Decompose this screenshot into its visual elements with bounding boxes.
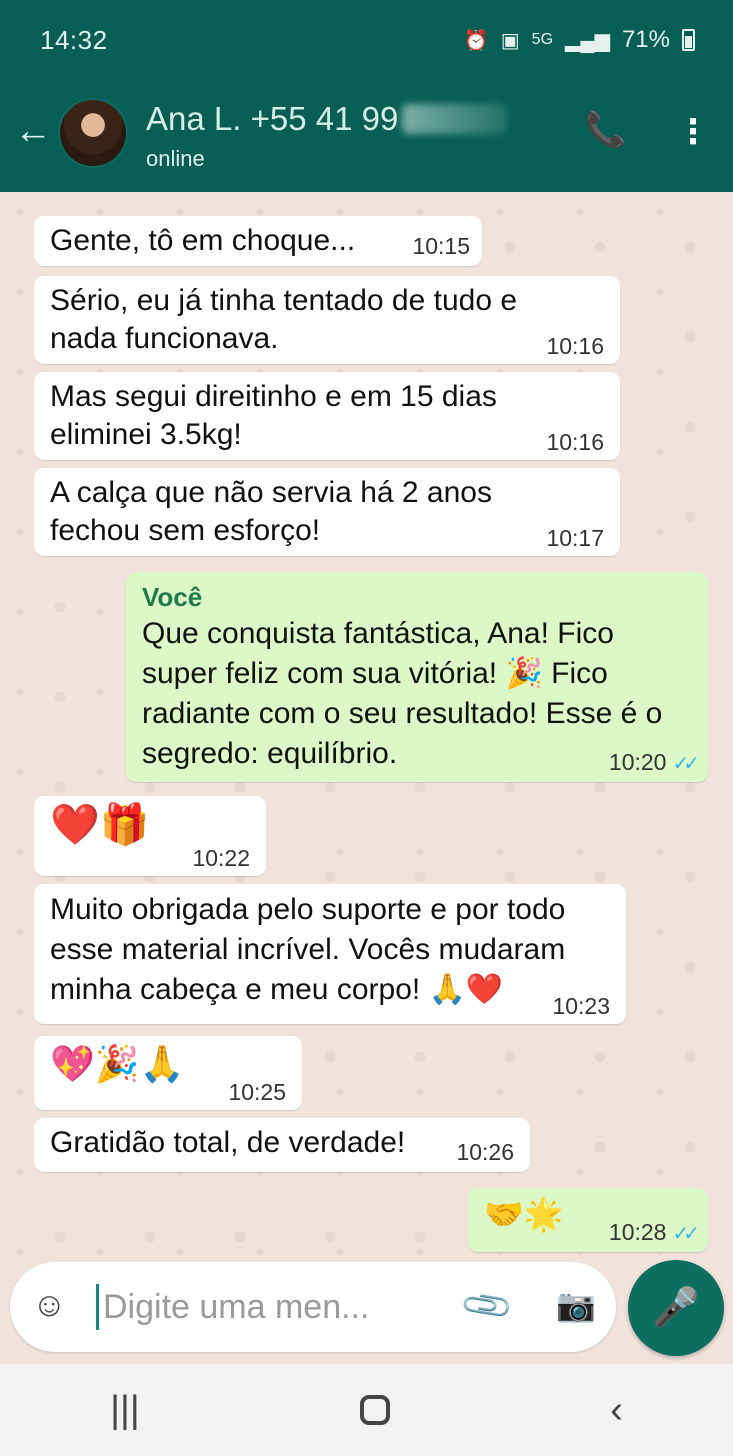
chat-header: ← Ana L. +55 41 99 online 📞 ⋮ [0, 80, 733, 192]
message-time: 10:20 ✓✓ [608, 749, 700, 776]
contact-name-text: Ana L. +55 41 99 [146, 100, 399, 137]
add-call-icon[interactable]: 📞 [584, 110, 626, 150]
message-text: Mas segui direitinho e em 15 dias elimin… [50, 380, 497, 451]
message-time: 10:25 [228, 1079, 286, 1105]
attach-icon[interactable]: 📎 [458, 1277, 516, 1335]
message-time: 10:16 [546, 429, 604, 455]
message-text: Gente, tô em choque... [50, 224, 356, 257]
redacted-number [402, 104, 508, 134]
more-vert-icon[interactable]: ⋮ [676, 112, 710, 152]
read-ticks-icon: ✓✓ [672, 1223, 699, 1245]
message-time: 10:16 [546, 333, 604, 359]
alarm-icon: ⏰ [463, 29, 489, 52]
home-icon[interactable] [359, 1395, 390, 1425]
message-text: Que conquista fantástica, Ana! Fico supe… [142, 617, 663, 770]
message-time-text: 10:28 [608, 1219, 667, 1245]
message-time: 10:22 [192, 845, 250, 871]
message-bubble[interactable]: 💖🎉🙏 10:25 [34, 1036, 302, 1110]
message-bubble[interactable]: 🤝🌟 10:28 ✓✓ [468, 1188, 708, 1252]
chat-area[interactable]: Gente, tô em choque... 10:15 Sério, eu j… [0, 192, 733, 1364]
message-time: 10:28 ✓✓ [608, 1219, 700, 1246]
message-text: Sério, eu já tinha tentado de tudo e nad… [50, 284, 518, 355]
read-ticks-icon: ✓✓ [672, 753, 699, 775]
message-bubble[interactable]: Gratidão total, de verdade! 10:26 [34, 1118, 530, 1172]
status-time: 14:32 [40, 24, 108, 55]
message-time: 10:15 [412, 233, 470, 259]
contact-name[interactable]: Ana L. +55 41 99 [146, 100, 508, 138]
message-bubble[interactable]: ❤️🎁 10:22 [34, 796, 266, 876]
emoji-icon[interactable]: ☺ [32, 1286, 67, 1325]
mic-icon: 🎤 [652, 1287, 700, 1329]
network-label: 5G [531, 31, 554, 48]
mic-button[interactable]: 🎤 [628, 1260, 724, 1356]
message-time-text: 10:20 [608, 749, 667, 775]
message-bubble[interactable]: A calça que não servia há 2 anos fechou … [34, 468, 620, 556]
message-input[interactable] [96, 1284, 436, 1330]
recent-apps-icon[interactable]: ||| [110, 1389, 140, 1432]
message-text: Muito obrigada pelo suporte e por todo e… [50, 893, 566, 1006]
message-text: ❤️🎁 [50, 802, 150, 848]
notification-icon: ▣ [500, 29, 520, 52]
back-icon[interactable]: ‹ [610, 1389, 623, 1432]
message-bubble[interactable]: Sério, eu já tinha tentado de tudo e nad… [34, 276, 620, 364]
status-bar: 14:32 ⏰ ▣ 5G ▂▄▆ 71% [0, 0, 733, 80]
battery-icon [682, 29, 695, 51]
message-bubble[interactable]: Você Que conquista fantástica, Ana! Fico… [126, 572, 708, 782]
message-text: A calça que não servia há 2 anos fechou … [50, 476, 492, 547]
avatar[interactable] [58, 98, 128, 168]
message-composer: ☺ 📎 📷 [10, 1262, 616, 1352]
system-nav-bar: ||| ‹ [0, 1364, 733, 1456]
status-icons: ⏰ ▣ 5G ▂▄▆ 71% [464, 26, 695, 54]
message-bubble[interactable]: Muito obrigada pelo suporte e por todo e… [34, 884, 626, 1024]
back-arrow-icon[interactable]: ← [14, 110, 52, 153]
camera-icon[interactable]: 📷 [556, 1286, 596, 1324]
signal-icon: ▂▄▆ [565, 29, 610, 52]
message-text: Gratidão total, de verdade! [50, 1126, 406, 1159]
contact-status: online [146, 146, 205, 171]
message-time: 10:17 [546, 525, 604, 551]
message-bubble[interactable]: Mas segui direitinho e em 15 dias elimin… [34, 372, 620, 460]
message-sender: Você [142, 582, 203, 612]
message-time: 10:23 [552, 993, 610, 1019]
battery-percent: 71% [621, 26, 670, 53]
message-time: 10:26 [456, 1139, 514, 1165]
message-bubble[interactable]: Gente, tô em choque... 10:15 [34, 216, 482, 266]
